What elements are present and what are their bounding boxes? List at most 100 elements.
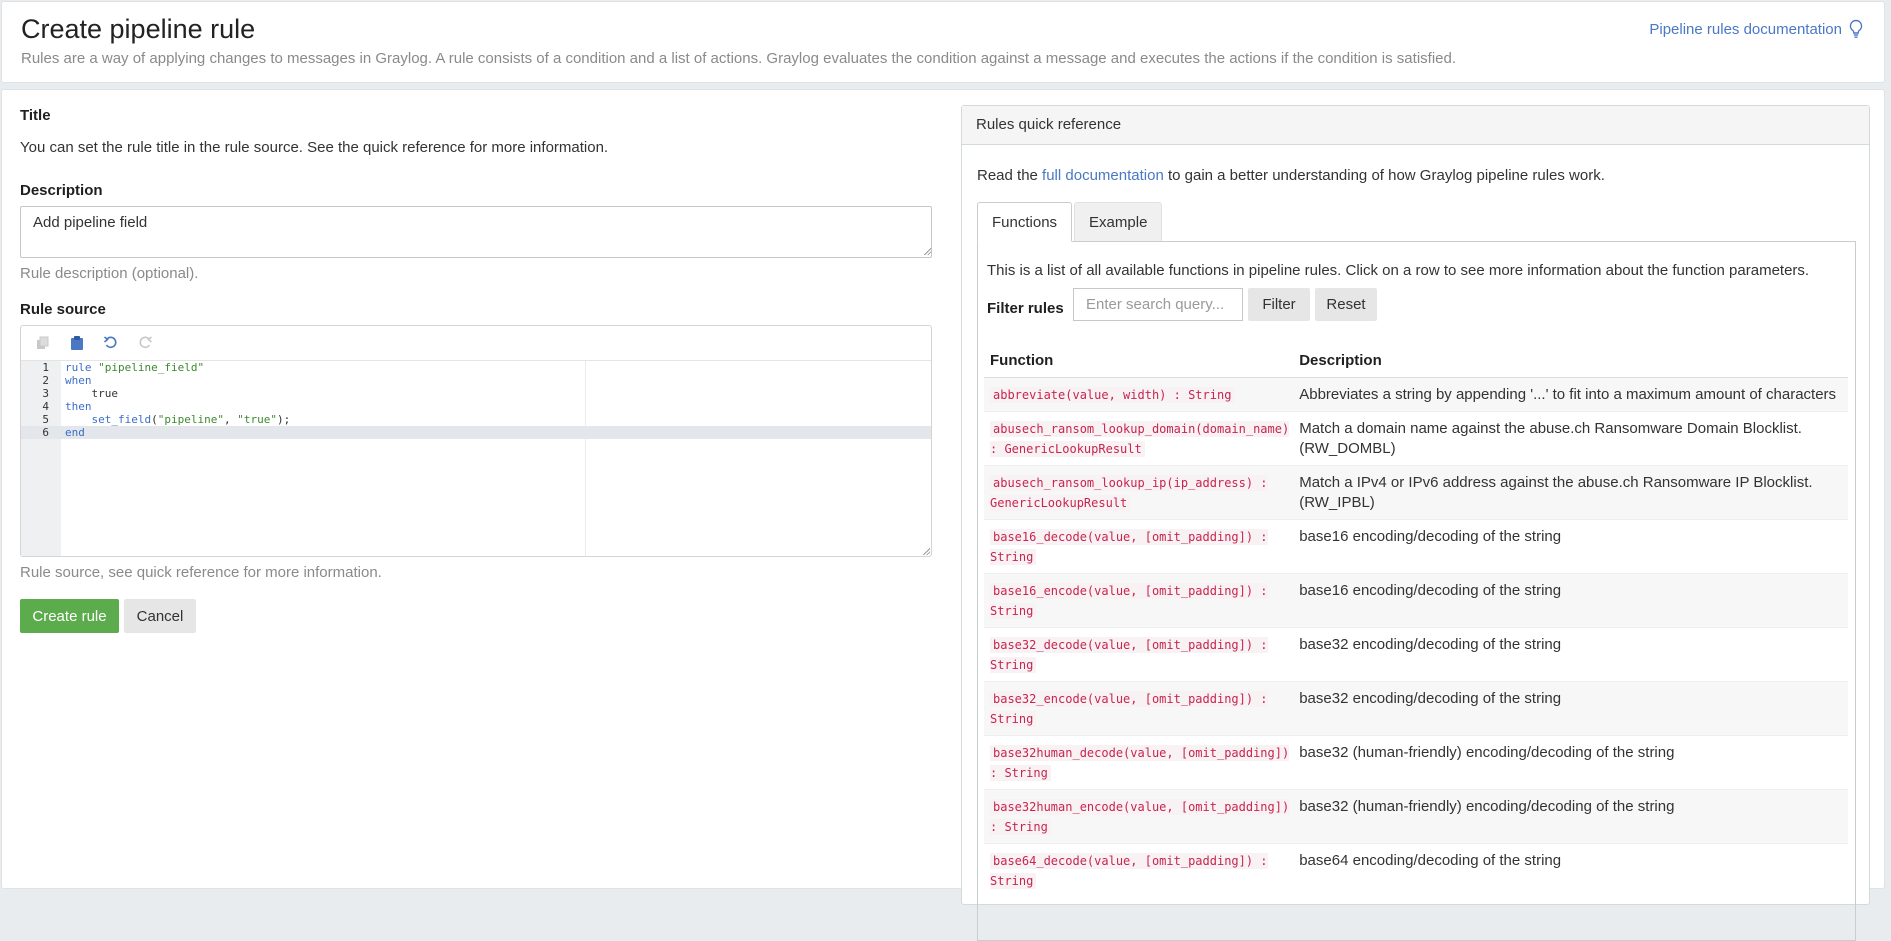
- function-signature: abusech_ransom_lookup_ip(ip_address) : G…: [990, 475, 1268, 511]
- function-cell: base32human_decode(value, [omit_padding]…: [984, 735, 1294, 790]
- code-line: 2 when: [21, 374, 931, 387]
- function-signature: base32_encode(value, [omit_padding]) : S…: [990, 691, 1268, 727]
- description-cell: base32 (human-friendly) encoding/decodin…: [1293, 735, 1848, 790]
- function-cell: abusech_ransom_lookup_domain(domain_name…: [984, 411, 1294, 466]
- description-cell: base32 encoding/decoding of the string: [1293, 627, 1848, 682]
- quick-reference-tabs: Functions Example: [977, 202, 1164, 242]
- line-number: 6: [42, 426, 49, 439]
- lightbulb-icon: [1849, 19, 1863, 38]
- editor-resize-grip-icon[interactable]: [922, 547, 930, 555]
- filter-button[interactable]: Filter: [1248, 288, 1310, 321]
- code-line: 5 set_field("pipeline", "true");: [21, 413, 931, 426]
- function-signature: base16_decode(value, [omit_padding]) : S…: [990, 529, 1268, 565]
- function-cell: base16_encode(value, [omit_padding]) : S…: [984, 573, 1294, 628]
- function-signature: abusech_ransom_lookup_domain(domain_name…: [990, 421, 1290, 457]
- editor-toolbar: [21, 326, 931, 361]
- code-line: 4 then: [21, 400, 931, 413]
- function-cell: abusech_ransom_lookup_ip(ip_address) : G…: [984, 465, 1294, 520]
- rule-source-label: Rule source: [20, 301, 106, 318]
- function-signature: abbreviate(value, width) : String: [990, 387, 1235, 403]
- code-line: 3 true: [21, 387, 931, 400]
- code-text: then: [65, 400, 92, 413]
- table-row[interactable]: base32_encode(value, [omit_padding]) : S…: [984, 681, 1848, 736]
- doc-link-label: Pipeline rules documentation: [1649, 20, 1842, 38]
- code-text: set_field("pipeline", "true");: [91, 413, 291, 426]
- line-number: 3: [42, 387, 49, 400]
- filter-rules-label: Filter rules: [987, 300, 1064, 317]
- function-cell: abbreviate(value, width) : String: [984, 377, 1294, 412]
- code-text: true: [65, 387, 118, 400]
- redo-icon[interactable]: [135, 333, 155, 353]
- table-row[interactable]: abusech_ransom_lookup_domain(domain_name…: [984, 411, 1848, 466]
- function-signature: base64_decode(value, [omit_padding]) : S…: [990, 853, 1268, 889]
- rule-source-help-text: Rule source, see quick reference for mor…: [20, 564, 382, 581]
- column-header-function: Function: [984, 343, 1294, 378]
- tab-functions[interactable]: Functions: [977, 202, 1073, 242]
- description-cell: base32 encoding/decoding of the string: [1293, 681, 1848, 736]
- title-help-text: You can set the rule title in the rule s…: [20, 139, 609, 156]
- reset-button[interactable]: Reset: [1315, 288, 1377, 321]
- function-cell: base32_decode(value, [omit_padding]) : S…: [984, 627, 1294, 682]
- table-row[interactable]: abusech_ransom_lookup_ip(ip_address) : G…: [984, 465, 1848, 520]
- functions-table: Function Description abbreviate(value, w…: [984, 343, 1848, 897]
- line-number: 2: [42, 374, 49, 387]
- full-documentation-link[interactable]: full documentation: [1042, 167, 1164, 184]
- function-cell: base32_encode(value, [omit_padding]) : S…: [984, 681, 1294, 736]
- description-cell: base64 encoding/decoding of the string: [1293, 843, 1848, 897]
- quick-reference-intro: Read the full documentation to gain a be…: [977, 167, 1605, 184]
- table-header-row: Function Description: [984, 343, 1848, 378]
- cancel-button[interactable]: Cancel: [124, 599, 196, 633]
- copy-icon[interactable]: [33, 333, 53, 353]
- table-row[interactable]: base32human_decode(value, [omit_padding]…: [984, 735, 1848, 790]
- quick-reference-title: Rules quick reference: [962, 106, 1869, 145]
- intro-text: to gain a better understanding of how Gr…: [1163, 167, 1605, 184]
- function-cell: base64_decode(value, [omit_padding]) : S…: [984, 843, 1294, 897]
- column-header-description: Description: [1293, 343, 1848, 378]
- page-description: Rules are a way of applying changes to m…: [21, 50, 1456, 67]
- code-line-active: 6 end: [21, 426, 931, 439]
- description-cell: Match a IPv4 or IPv6 address against the…: [1293, 465, 1848, 520]
- functions-intro: This is a list of all available function…: [987, 262, 1810, 279]
- function-signature: base32human_decode(value, [omit_padding]…: [990, 745, 1290, 781]
- description-cell: base32 (human-friendly) encoding/decodin…: [1293, 789, 1848, 844]
- function-signature: base32human_encode(value, [omit_padding]…: [990, 799, 1290, 835]
- code-text: when: [65, 374, 92, 387]
- undo-icon[interactable]: [101, 333, 121, 353]
- table-row[interactable]: base16_decode(value, [omit_padding]) : S…: [984, 519, 1848, 574]
- description-cell: Match a domain name against the abuse.ch…: [1293, 411, 1848, 466]
- function-cell: base16_decode(value, [omit_padding]) : S…: [984, 519, 1294, 574]
- rules-quick-reference: Rules quick reference Read the full docu…: [961, 105, 1870, 941]
- function-signature: base16_encode(value, [omit_padding]) : S…: [990, 583, 1268, 619]
- filter-rules-input[interactable]: [1073, 288, 1243, 321]
- description-field[interactable]: Add pipeline field: [20, 206, 932, 258]
- description-cell: base16 encoding/decoding of the string: [1293, 519, 1848, 574]
- page-header: Create pipeline rule Rules are a way of …: [1, 1, 1885, 83]
- rule-source-editor[interactable]: 1 rule "pipeline_field" 2 when 3 true 4 …: [20, 325, 932, 557]
- code-text: end: [65, 426, 85, 439]
- function-signature: base32_decode(value, [omit_padding]) : S…: [990, 637, 1268, 673]
- intro-text: Read the: [977, 167, 1043, 184]
- description-cell: Abbreviates a string by appending '...' …: [1293, 377, 1848, 412]
- table-row[interactable]: base32human_encode(value, [omit_padding]…: [984, 789, 1848, 844]
- table-row[interactable]: abbreviate(value, width) : String Abbrev…: [984, 377, 1848, 412]
- page-title: Create pipeline rule: [21, 14, 256, 44]
- line-number: 4: [42, 400, 49, 413]
- description-label: Description: [20, 182, 103, 199]
- code-area[interactable]: 1 rule "pipeline_field" 2 when 3 true 4 …: [21, 361, 931, 556]
- main-panel: Title You can set the rule title in the …: [1, 89, 1885, 941]
- table-row[interactable]: base32_decode(value, [omit_padding]) : S…: [984, 627, 1848, 682]
- resize-grip-icon[interactable]: [923, 247, 931, 255]
- create-rule-button[interactable]: Create rule: [20, 599, 119, 633]
- function-cell: base32human_encode(value, [omit_padding]…: [984, 789, 1294, 844]
- table-row[interactable]: base64_decode(value, [omit_padding]) : S…: [984, 843, 1848, 897]
- paste-icon[interactable]: [67, 333, 87, 353]
- pipeline-rules-documentation-link[interactable]: Pipeline rules documentation: [1649, 19, 1864, 39]
- code-line: 1 rule "pipeline_field": [21, 361, 931, 374]
- title-label: Title: [20, 107, 51, 124]
- functions-pane: This is a list of all available function…: [977, 241, 1856, 941]
- tab-example[interactable]: Example: [1074, 202, 1163, 242]
- line-number: 5: [42, 413, 49, 426]
- line-number: 1: [42, 361, 49, 374]
- description-help-text: Rule description (optional).: [20, 265, 199, 282]
- table-row[interactable]: base16_encode(value, [omit_padding]) : S…: [984, 573, 1848, 628]
